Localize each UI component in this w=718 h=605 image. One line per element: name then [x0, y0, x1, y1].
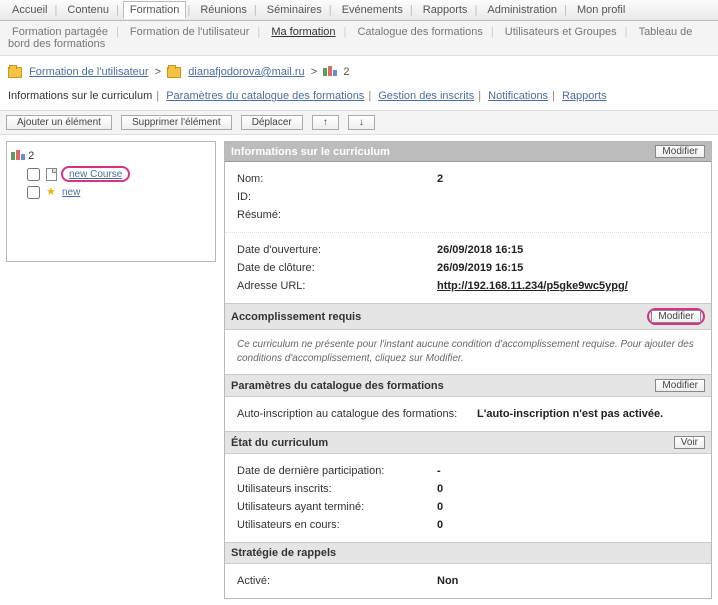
folder-icon: [167, 67, 181, 78]
tree-item-checkbox[interactable]: [27, 168, 40, 181]
value-url-link[interactable]: http://192.168.11.234/p5gke9wc5ypg/: [437, 280, 628, 292]
value-autoenroll: L'auto-inscription n'est pas activée.: [477, 408, 699, 420]
value-id: [437, 191, 699, 203]
nav-monprofil[interactable]: Mon profil: [571, 2, 631, 18]
crumb-link-1[interactable]: Formation de l'utilisateur: [29, 66, 149, 78]
value-close-date: 26/09/2019 16:15: [437, 262, 699, 274]
nav-administration[interactable]: Administration: [481, 2, 563, 18]
label-name: Nom:: [237, 173, 437, 185]
nav-evenements[interactable]: Evénements: [336, 2, 409, 18]
subnav-groupes[interactable]: Utilisateurs et Groupes: [501, 26, 621, 38]
document-icon: [46, 168, 57, 181]
tab-catalogue-params[interactable]: Paramètres du catalogue des formations: [166, 90, 364, 102]
tree-root-label: 2: [28, 150, 34, 162]
subnav-maformation[interactable]: Ma formation: [267, 26, 339, 38]
subnav-utilisateur[interactable]: Formation de l'utilisateur: [126, 26, 254, 38]
label-id: ID:: [237, 191, 437, 203]
section-header-reminder: Stratégie de rappels: [225, 542, 711, 564]
tree-item[interactable]: new Course: [11, 164, 211, 184]
tab-notifications[interactable]: Notifications: [488, 90, 548, 102]
label-autoenroll: Auto-inscription au catalogue des format…: [237, 408, 477, 420]
section-header-accomplish: Accomplissement requis Modifier: [225, 303, 711, 330]
tab-info[interactable]: Informations sur le curriculum: [8, 90, 152, 102]
label-last-part: Date de dernière participation:: [237, 465, 437, 477]
label-inprogress: Utilisateurs en cours:: [237, 519, 437, 531]
nav-formation[interactable]: Formation: [123, 1, 187, 19]
breadcrumb: Formation de l'utilisateur > dianafjodor…: [0, 56, 718, 86]
tree-item[interactable]: new: [11, 184, 211, 201]
value-completed: 0: [437, 501, 699, 513]
nav-accueil[interactable]: Accueil: [6, 2, 53, 18]
section-header-info: Informations sur le curriculum Modifier: [225, 142, 711, 162]
label-close-date: Date de clôture:: [237, 262, 437, 274]
secondary-nav: Formation partagée| Formation de l'utili…: [0, 21, 718, 56]
tab-gestion-inscrits[interactable]: Gestion des inscrits: [378, 90, 474, 102]
tree-root[interactable]: 2: [11, 148, 211, 164]
curriculum-icon: [323, 66, 337, 78]
crumb-current: 2: [343, 66, 349, 78]
folder-icon: [8, 67, 22, 78]
accomplish-note: Ce curriculum ne présente pour l'instant…: [225, 330, 711, 374]
label-completed: Utilisateurs ayant terminé:: [237, 501, 437, 513]
nav-contenu[interactable]: Contenu: [61, 2, 115, 18]
page-tabs: Informations sur le curriculum| Paramètr…: [0, 86, 718, 106]
modify-catalog-button[interactable]: Modifier: [655, 379, 705, 392]
crumb-link-2[interactable]: dianafjodorova@mail.ru: [188, 66, 304, 78]
tree-item-link-new[interactable]: new: [62, 187, 80, 198]
tree-item-link-new-course[interactable]: new Course: [69, 169, 122, 180]
move-button[interactable]: Déplacer: [241, 115, 303, 130]
value-reminder-active: Non: [437, 575, 699, 587]
modify-accomplish-button[interactable]: Modifier: [651, 310, 701, 323]
view-status-button[interactable]: Voir: [674, 436, 705, 449]
label-enrolled: Utilisateurs inscrits:: [237, 483, 437, 495]
nav-reunions[interactable]: Réunions: [194, 2, 252, 18]
subnav-partagee[interactable]: Formation partagée: [8, 26, 112, 38]
nav-seminaires[interactable]: Séminaires: [261, 2, 328, 18]
star-icon: [46, 187, 58, 199]
tab-rapports[interactable]: Rapports: [562, 90, 607, 102]
move-down-button[interactable]: ↓: [348, 115, 375, 130]
value-name: 2: [437, 173, 699, 185]
curriculum-tree: 2 new Course new: [6, 141, 216, 262]
value-open-date: 26/09/2018 16:15: [437, 244, 699, 256]
subnav-catalogue[interactable]: Catalogue des formations: [353, 26, 486, 38]
value-enrolled: 0: [437, 483, 699, 495]
move-up-button[interactable]: ↑: [312, 115, 339, 130]
section-header-status: État du curriculum Voir: [225, 431, 711, 454]
label-open-date: Date d'ouverture:: [237, 244, 437, 256]
tree-item-checkbox[interactable]: [27, 186, 40, 199]
action-toolbar: Ajouter un élément Supprimer l'élément D…: [0, 110, 718, 135]
nav-rapports[interactable]: Rapports: [417, 2, 474, 18]
label-reminder-active: Activé:: [237, 575, 437, 587]
section-title: Informations sur le curriculum: [231, 146, 390, 158]
value-inprogress: 0: [437, 519, 699, 531]
label-summary: Résumé:: [237, 209, 437, 221]
value-last-part: -: [437, 465, 699, 477]
label-url: Adresse URL:: [237, 280, 437, 292]
section-title: Accomplissement requis: [231, 311, 361, 323]
section-title: État du curriculum: [231, 437, 328, 449]
add-item-button[interactable]: Ajouter un élément: [6, 115, 112, 130]
section-header-catalog: Paramètres du catalogue des formations M…: [225, 374, 711, 397]
primary-nav: Accueil| Contenu| Formation| Réunions| S…: [0, 0, 718, 21]
section-title: Paramètres du catalogue des formations: [231, 380, 444, 392]
section-title: Stratégie de rappels: [231, 547, 336, 559]
value-summary: [437, 209, 699, 221]
modify-info-button[interactable]: Modifier: [655, 145, 705, 158]
detail-panel: Informations sur le curriculum Modifier …: [224, 141, 712, 599]
curriculum-icon: [11, 150, 28, 162]
delete-item-button[interactable]: Supprimer l'élément: [121, 115, 232, 130]
